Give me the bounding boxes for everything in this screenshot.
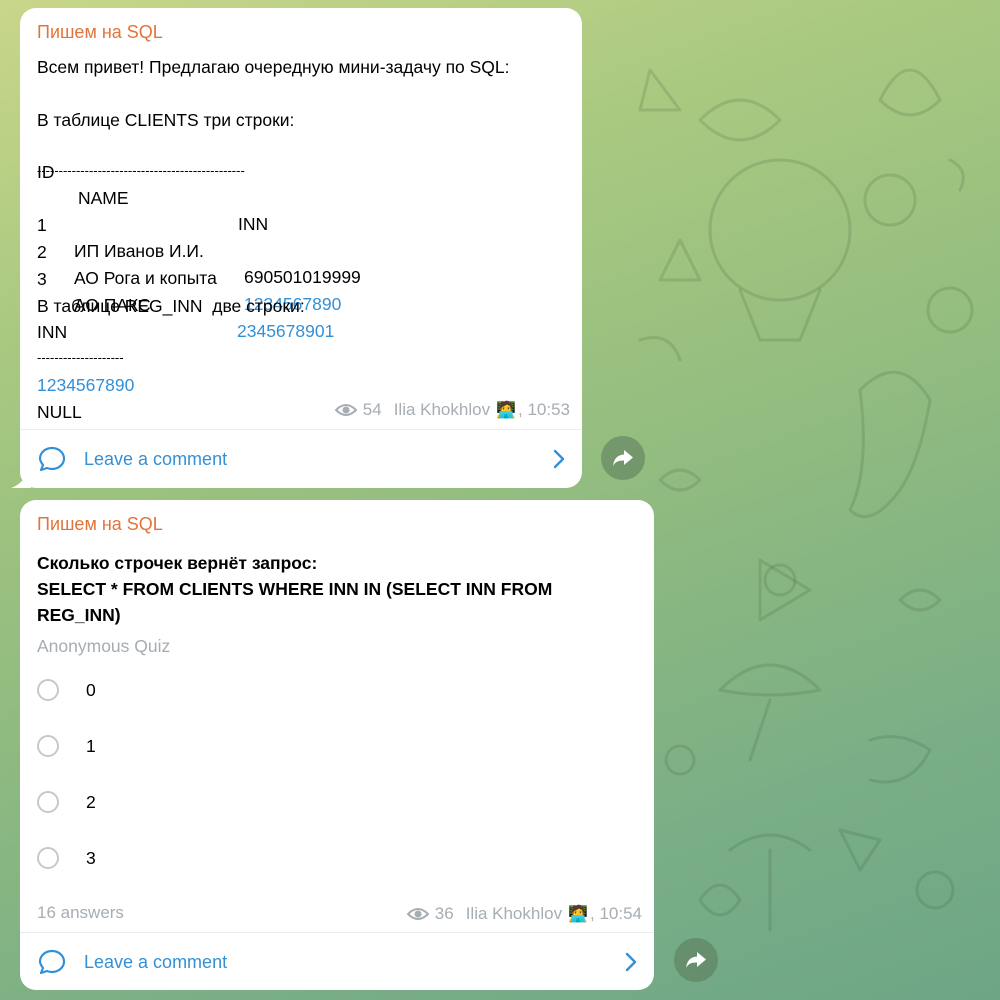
quiz-question: Сколько строчек вернёт запрос: SELECT * … [37, 550, 637, 628]
option-label: 2 [86, 791, 96, 812]
separator-line: -------------------- [37, 350, 124, 365]
row-name: АО Рога и копыта [74, 268, 217, 288]
author-emoji: 🧑‍💻 [568, 906, 588, 923]
question-line: REG_INN) [37, 605, 121, 625]
channel-name[interactable]: Пишем на SQL [37, 514, 163, 535]
comment-bubble-icon [38, 446, 66, 472]
separator-line: ----------------------------------------… [37, 163, 245, 178]
chevron-right-icon [625, 952, 637, 972]
message-tail [11, 468, 31, 488]
message-time: , 10:53 [518, 400, 570, 419]
author-emoji: 🧑‍💻 [496, 402, 516, 419]
leave-comment-button[interactable]: Leave a comment [20, 431, 582, 487]
channel-name[interactable]: Пишем на SQL [37, 22, 163, 43]
message-meta: 36 Ilia Khokhlov 🧑‍💻 , 10:54 [406, 904, 642, 924]
leave-comment-button[interactable]: Leave a comment [20, 934, 654, 990]
quiz-option[interactable]: 3 [37, 843, 617, 873]
text-line: NULL [37, 402, 82, 422]
message-meta: 54 Ilia Khokhlov 🧑‍💻 , 10:53 [334, 400, 570, 420]
answers-count: 16 answers [37, 903, 124, 922]
phone-link[interactable]: 2345678901 [237, 318, 334, 344]
author-name: Ilia Khokhlov [465, 904, 563, 923]
option-label: 1 [86, 735, 96, 756]
row-id: 3 [37, 269, 47, 289]
text-line: В таблице REG_INN две строки: [37, 296, 305, 316]
radio-icon[interactable] [37, 735, 59, 757]
quiz-option[interactable]: 1 [37, 731, 617, 761]
leave-comment-label: Leave a comment [84, 448, 228, 469]
author-name: Ilia Khokhlov [393, 400, 491, 419]
radio-icon[interactable] [37, 791, 59, 813]
eye-icon [406, 908, 429, 920]
comment-bubble-icon [38, 949, 66, 975]
quiz-type-label: Anonymous Quiz [37, 636, 171, 656]
share-arrow-icon [613, 450, 633, 466]
quiz-option[interactable]: 0 [37, 675, 617, 705]
phone-link[interactable]: 1234567890 [37, 372, 134, 398]
radio-icon[interactable] [37, 679, 59, 701]
eye-icon [334, 404, 357, 416]
message-post-2: Пишем на SQL Сколько строчек вернёт запр… [20, 500, 654, 990]
question-line: Сколько строчек вернёт запрос: [37, 553, 318, 573]
divider [20, 429, 582, 430]
table-row: 1 ИП Иванов И.И. 690501019999 [37, 186, 537, 287]
share-button[interactable] [601, 436, 645, 480]
radio-icon[interactable] [37, 847, 59, 869]
quiz-option[interactable]: 2 [37, 787, 617, 817]
message-post-1: Пишем на SQL Всем привет! Предлагаю очер… [11, 8, 582, 488]
view-count: 54 [362, 400, 382, 419]
divider [20, 932, 654, 933]
view-count: 36 [434, 904, 454, 923]
share-arrow-icon [686, 952, 706, 968]
text-line: INN [37, 322, 68, 342]
message-time: , 10:54 [590, 904, 642, 923]
leave-comment-label: Leave a comment [84, 951, 228, 972]
text-line: В таблице CLIENTS три строки: [37, 110, 295, 130]
option-label: 3 [86, 847, 96, 868]
table-row: 2 АО Рога и копыта 1234567890 [37, 213, 537, 314]
table-row: 3 АО ПАКС 2345678901 [37, 240, 537, 341]
row-inn: 690501019999 [244, 267, 361, 287]
chevron-right-icon [553, 449, 565, 469]
question-line: SELECT * FROM CLIENTS WHERE INN IN (SELE… [37, 579, 553, 599]
option-label: 0 [86, 679, 96, 700]
table-header-row: ID NAME INN [37, 133, 537, 234]
text-line: Всем привет! Предлагаю очередную мини-за… [37, 57, 510, 77]
share-button[interactable] [674, 938, 718, 982]
